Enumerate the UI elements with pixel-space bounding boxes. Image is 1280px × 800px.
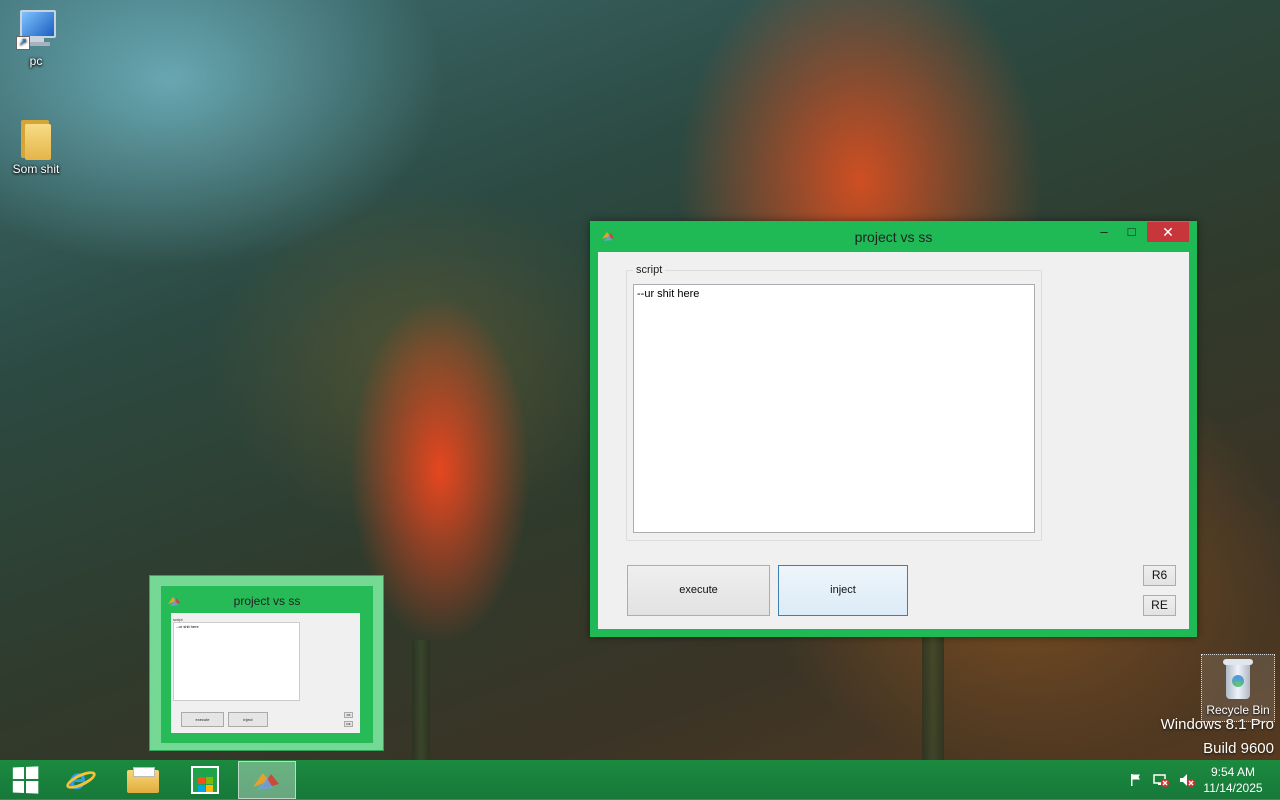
windows-edition-watermark: Windows 8.1 Pro (1160, 716, 1274, 733)
clock-time: 9:54 AM (1210, 765, 1256, 779)
desktop-icon-recycle-bin[interactable]: Recycle Bin (1201, 654, 1275, 722)
minimize-button[interactable]: – (1090, 222, 1118, 242)
network-icon[interactable] (1152, 772, 1170, 788)
flower-stem (412, 640, 430, 760)
window-titlebar[interactable]: project vs ss – □ ✕ (590, 221, 1197, 252)
computer-icon: ↗ (16, 8, 56, 52)
inject-button[interactable]: inject (778, 565, 908, 616)
taskbar-project-vs-ss[interactable] (238, 761, 296, 799)
thumbnail-re-button: RE (344, 721, 353, 727)
taskbar-store[interactable] (176, 761, 234, 799)
taskbar-file-explorer[interactable] (114, 761, 172, 799)
flower-stem (922, 630, 944, 760)
desktop-icon-folder[interactable]: Som shit (0, 116, 72, 176)
script-groupbox-label: script (633, 264, 666, 276)
app-window: project vs ss – □ ✕ script --ur shit her… (590, 221, 1197, 637)
store-icon (191, 766, 219, 794)
volume-muted-icon[interactable] (1178, 772, 1196, 788)
taskbar-internet-explorer[interactable]: e (52, 761, 110, 799)
recycle-bin-icon (1223, 659, 1253, 699)
script-textarea[interactable]: --ur shit here (633, 284, 1035, 533)
windows-build-watermark: Build 9600 (1203, 740, 1274, 757)
desktop-icon-label: Som shit (12, 162, 60, 176)
desktop-icon-label: pc (29, 54, 43, 68)
window-client-area: script --ur shit here execute inject R6 … (598, 252, 1189, 629)
taskbar: e 9:54 AM 11/14/2025 (0, 760, 1280, 800)
thumbnail-script-text: --ur shit here (173, 622, 300, 701)
system-tray (1128, 760, 1196, 800)
thumbnail-r6-button: R6 (344, 712, 353, 718)
ie-icon: e (63, 765, 99, 795)
thumbnail-inject-button: inject (228, 712, 268, 727)
start-button[interactable] (0, 761, 50, 799)
execute-button[interactable]: execute (627, 565, 770, 616)
re-button[interactable]: RE (1143, 595, 1176, 616)
thumbnail-title: project vs ss (233, 594, 301, 608)
folder-icon (127, 767, 159, 793)
app-icon (253, 773, 279, 790)
close-button[interactable]: ✕ (1147, 222, 1189, 242)
desktop-icon-pc[interactable]: ↗ pc (0, 8, 72, 68)
thumbnail-window: project vs ss script --ur shit here exec… (161, 586, 373, 743)
flag-icon[interactable] (1128, 772, 1144, 788)
r6-button[interactable]: R6 (1143, 565, 1176, 586)
clock-date: 11/14/2025 (1203, 781, 1263, 795)
maximize-button[interactable]: □ (1118, 222, 1145, 242)
thumbnail-client: script --ur shit here execute inject R6 … (171, 613, 360, 733)
taskbar-clock[interactable]: 9:54 AM 11/14/2025 (1198, 764, 1268, 796)
folder-icon (19, 116, 53, 160)
desktop-icon-label: Recycle Bin (1206, 703, 1270, 717)
taskbar-thumbnail-preview[interactable]: project vs ss script --ur shit here exec… (149, 575, 384, 751)
thumbnail-execute-button: execute (181, 712, 224, 727)
windows-logo-icon (12, 766, 39, 794)
script-groupbox: script --ur shit here (626, 264, 1042, 541)
